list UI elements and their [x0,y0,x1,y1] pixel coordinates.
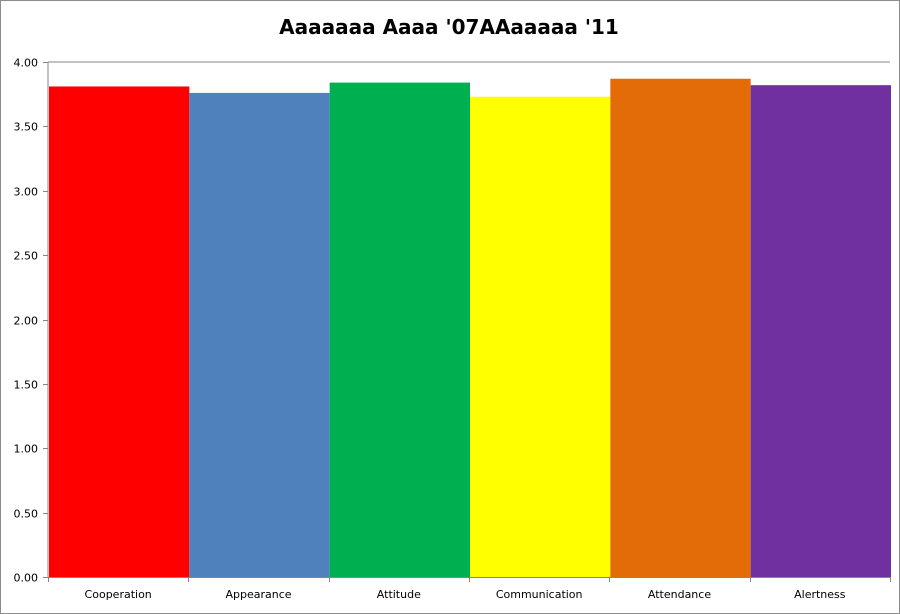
bar-chart: Aaaaaaa Aaaa '07AAaaaaa '11 0.00 0.50 1.00… [14,15,891,601]
y-tick-label: 3.00 [14,186,39,199]
x-category-label: Cooperation [85,588,152,601]
bars [49,78,891,578]
bar-cooperation [49,86,190,578]
x-axis: Cooperation Appearance Attitude Communicati… [48,577,891,601]
y-tick-label: 4.00 [14,57,39,70]
x-category-label: Communication [496,588,583,601]
x-category-label: Attitude [377,588,421,601]
bar-attendance [610,78,751,578]
y-tick-label: 2.00 [14,315,39,328]
x-category-label: Attendance [648,588,711,601]
bar-appearance [189,92,330,578]
y-tick-label: 1.50 [14,379,39,392]
x-category-label: Alertness [794,588,846,601]
x-category-label: Appearance [225,588,291,601]
y-tick-label: 1.00 [14,443,39,456]
y-tick-label: 2.50 [14,250,39,263]
y-tick-label: 0.00 [14,572,39,585]
bar-attitude [329,82,470,577]
bar-alertness [750,85,891,578]
y-tick-label: 3.50 [14,121,39,134]
y-tick-label: 0.50 [14,508,39,521]
bar-communication [470,96,611,577]
chart-title: Aaaaaaa Aaaa '07AAaaaaa '11 [279,15,619,39]
